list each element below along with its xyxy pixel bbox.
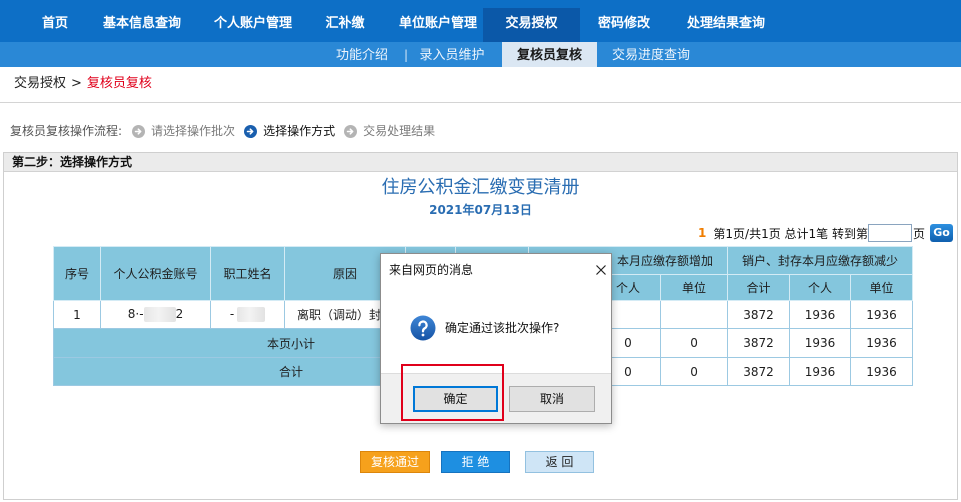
flow-step-label: 请选择操作批次: [151, 124, 236, 138]
dialog-cancel-button[interactable]: 取消: [509, 386, 595, 412]
breadcrumb-separator: >: [71, 76, 82, 91]
report-date: 2021年07月13日: [429, 203, 532, 217]
dialog-title: 来自网页的消息: [389, 263, 474, 277]
masked-region: [143, 307, 176, 322]
col-header-seq: 序号: [53, 246, 101, 301]
back-button[interactable]: 返 回: [525, 451, 594, 473]
pagination: 1 第1页/共1页 总计1笔 转到第 页 Go: [698, 223, 953, 243]
go-button[interactable]: Go: [930, 224, 953, 242]
approve-button[interactable]: 复核通过: [360, 451, 430, 473]
flow-step-select-batch: 请选择操作批次: [132, 123, 235, 139]
nav-item-supplementary-payment[interactable]: 汇补缴: [315, 0, 375, 42]
arrow-circle-icon: [132, 124, 146, 138]
col-group-decrease: 销户、封存本月应缴存额减少: [727, 246, 914, 275]
close-icon-cross: [596, 265, 606, 275]
cell-increase-unit: [659, 300, 729, 329]
subnav-item-intro[interactable]: 功能介绍: [332, 42, 392, 67]
cell-decrease-total: 3872: [727, 357, 791, 386]
masked-region: [237, 307, 266, 322]
process-flow: 复核员复核操作流程: 请选择操作批次 选择操作方式 交易处理结果: [10, 123, 444, 139]
cell-decrease-total: 3872: [727, 328, 791, 358]
cell-decrease-personal: 1936: [789, 300, 852, 329]
flow-step-result: 交易处理结果: [344, 123, 435, 139]
flow-label: 复核员复核操作流程:: [10, 124, 123, 138]
nav-item-password-change[interactable]: 密码修改: [584, 0, 664, 42]
pagination-suffix: 页: [912, 226, 925, 241]
reject-button[interactable]: 拒 绝: [441, 451, 510, 473]
sub-navigation: 功能介绍 | 录入员维护 复核员复核 交易进度查询: [0, 42, 961, 67]
breadcrumb: 交易授权 > 复核员复核: [14, 75, 152, 93]
cell-increase-unit: 0: [659, 357, 729, 386]
nav-item-basic-info-query[interactable]: 基本信息查询: [96, 0, 188, 42]
subnav-item-reviewer-review[interactable]: 复核员复核: [502, 42, 597, 67]
dialog-title-bar[interactable]: 来自网页的消息: [381, 254, 611, 286]
col-header-name: 职工姓名: [210, 246, 285, 301]
subnav-item-progress-query[interactable]: 交易进度查询: [606, 42, 696, 67]
question-icon: [410, 315, 436, 341]
cell-decrease-personal: 1936: [789, 357, 852, 386]
cell-decrease-total: 3872: [727, 300, 791, 329]
breadcrumb-current: 复核员复核: [86, 76, 152, 91]
account-suffix: 2: [175, 307, 184, 321]
col-header-decrease-total: 合计: [727, 274, 791, 301]
account-prefix: 8·-: [127, 307, 144, 321]
cell-name: -: [210, 300, 285, 329]
breadcrumb-divider: [0, 102, 961, 103]
question-icon-dot: [421, 333, 425, 337]
cell-account: 8·- 2: [100, 300, 211, 329]
breadcrumb-parent[interactable]: 交易授权: [14, 76, 66, 91]
question-icon-circle: [410, 315, 436, 341]
cell-decrease-unit: 1936: [850, 328, 914, 358]
cell-decrease-unit: 1936: [850, 357, 914, 386]
name-prefix: -: [229, 307, 235, 321]
current-page-number: 1: [698, 226, 707, 240]
close-icon[interactable]: [595, 264, 607, 276]
flow-step-choose-method: 选择操作方式: [244, 123, 335, 139]
nav-item-unit-account[interactable]: 单位账户管理: [392, 0, 484, 42]
arrow-circle-icon: [244, 124, 258, 138]
nav-item-transaction-authorization[interactable]: 交易授权: [483, 8, 580, 42]
report-title: 住房公积金汇缴变更清册: [381, 177, 580, 198]
goto-page-input[interactable]: [867, 224, 912, 242]
col-header-increase-unit: 单位: [659, 274, 729, 301]
cell-seq: 1: [53, 300, 101, 329]
cell-decrease-personal: 1936: [789, 328, 852, 358]
col-header-account: 个人公积金账号: [100, 246, 211, 301]
col-header-decrease-personal: 个人: [789, 274, 852, 301]
cell-increase-unit: 0: [659, 328, 729, 358]
col-header-decrease-unit: 单位: [850, 274, 914, 301]
subnav-item-entry-clerk[interactable]: 录入员维护: [417, 42, 487, 67]
panel-heading: 第二步：选择操作方式: [4, 153, 957, 172]
flow-step-label: 选择操作方式: [263, 124, 336, 138]
flow-step-label: 交易处理结果: [363, 124, 436, 138]
cell-decrease-unit: 1936: [850, 300, 914, 329]
dialog-message: 确定通过该批次操作?: [445, 321, 560, 335]
highlight-box: [401, 364, 504, 421]
top-navigation: 首页 基本信息查询 个人账户管理 汇补缴 单位账户管理 交易授权 密码修改 处理…: [0, 0, 961, 42]
nav-item-result-query[interactable]: 处理结果查询: [680, 0, 772, 42]
arrow-circle-icon: [344, 124, 358, 138]
nav-item-home[interactable]: 首页: [24, 0, 86, 42]
nav-item-personal-account[interactable]: 个人账户管理: [207, 0, 299, 42]
subnav-separator: |: [403, 48, 409, 62]
pagination-summary: 第1页/共1页 总计1笔 转到第: [713, 226, 868, 241]
